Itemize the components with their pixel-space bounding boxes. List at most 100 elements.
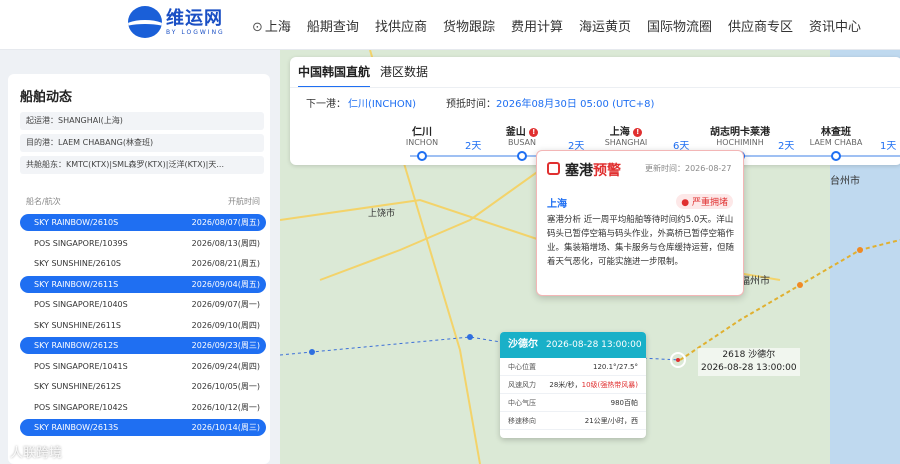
alert-port: 上海 <box>547 199 567 210</box>
forecast-point[interactable] <box>797 282 803 288</box>
vessel-name: POS SINGAPORE/1040S <box>34 300 128 309</box>
top-navigation-bar: 维运网 BY LOGWING ⊙ 上海 船期查询 找供应商 货物跟踪 费用计算 海… <box>0 0 900 50</box>
next-port-value: 仁川(INCHON) <box>348 99 417 110</box>
typhoon-time: 2026-08-28 13:00:00 <box>546 340 642 350</box>
typhoon-info-popup[interactable]: 沙德尔 2026-08-28 13:00:00 中心位置 120.1°/27.5° … <box>500 332 646 438</box>
vessel-name: POS SINGAPORE/1041S <box>34 361 128 371</box>
vessel-date: 2026/08/07(周五) <box>191 218 260 227</box>
map-city-label: 福州市 <box>740 276 770 287</box>
ship-info-title: 船舶动态 <box>20 90 73 105</box>
alert-updated: 更新时间：2026-08-27 <box>645 164 732 173</box>
col-departure: 开航时间 <box>228 197 260 206</box>
route-panel: 中国韩国直航 港区数据 下一港： 仁川(INCHON) 预抵时间： 2026年0… <box>290 57 900 165</box>
timeline-dot[interactable] <box>417 151 427 161</box>
vessel-row[interactable]: SKY RAINBOW/2612S 2026/09/23(周三) <box>20 337 266 354</box>
typhoon-row: 中心位置 120.1°/27.5° <box>500 358 646 376</box>
transit-days: 2天 <box>778 141 795 152</box>
site-logo[interactable]: 维运网 BY LOGWING <box>128 6 225 38</box>
nav-cost[interactable]: 费用计算 <box>511 16 579 35</box>
timeline-dot[interactable] <box>517 151 527 161</box>
location-pin-icon: ⊙ <box>252 20 263 35</box>
vessel-name: SKY SUNSHINE/2612S <box>34 382 122 391</box>
typhoon-name: 沙德尔 <box>508 339 538 350</box>
map-city-label: 台州市 <box>830 176 860 187</box>
port-shanghai[interactable]: 上海 ! SHANGHAI <box>596 123 656 147</box>
vessel-name: POS SINGAPORE/1039S <box>34 238 128 248</box>
shared-carriers: 共舱船东：KMTC(KTX)|SML森罗(KTX)|泛洋(KTX)|天... <box>20 156 264 174</box>
tab-port-data[interactable]: 港区数据 <box>380 63 428 80</box>
congestion-alert-popup[interactable]: 塞港预警 更新时间：2026-08-27 上海 ● 严重拥堵 塞港分析 近一周平… <box>536 150 744 296</box>
port-en: INCHON <box>405 138 439 147</box>
location-label: 上海 <box>264 20 291 35</box>
vessel-name: SKY RAINBOW/2612S <box>34 341 119 350</box>
typhoon-map-name: 2618 沙德尔 <box>722 350 776 360</box>
vessel-date: 2026/09/07(周一) <box>191 300 260 309</box>
logo-title: 维运网 <box>166 7 223 29</box>
warning-icon: ! <box>633 127 643 137</box>
tab-direct-route[interactable]: 中国韩国直航 <box>298 63 371 88</box>
typhoon-header: 沙德尔 2026-08-28 13:00:00 <box>500 332 646 358</box>
port-en: SHANGHAI <box>604 138 648 147</box>
nav-suppliers[interactable]: 找供应商 <box>375 16 443 35</box>
vessel-row[interactable]: POS SINGAPORE/1039S 2026/08/13(周四) <box>20 235 266 252</box>
vessel-name: SKY SUNSHINE/2611S <box>34 320 122 330</box>
vessel-date: 2026/09/10(周四) <box>191 320 260 330</box>
nav-schedule[interactable]: 船期查询 <box>307 16 375 35</box>
vessel-row[interactable]: SKY RAINBOW/2613S 2026/10/14(周三) <box>20 419 266 436</box>
typhoon-row: 中心气压 980百帕 <box>500 394 646 412</box>
port-en: LAEM CHABA <box>809 138 863 147</box>
port-en: HOCHIMINH <box>716 138 764 147</box>
vessel-date: 2026/09/04(周五) <box>191 279 260 289</box>
port-name: 胡志明卡莱港 <box>710 127 770 138</box>
vessel-row[interactable]: POS SINGAPORE/1041S 2026/09/24(周四) <box>20 358 266 375</box>
watermark: 人联跨境 <box>10 446 63 461</box>
vessel-date: 2026/10/05(周一) <box>191 382 260 391</box>
typhoon-row: 风速风力 28米/秒，10级(强热带风暴) <box>500 376 646 394</box>
track-point[interactable] <box>309 349 315 355</box>
congestion-level-badge: ● 严重拥堵 <box>676 194 733 209</box>
warning-icon: ! <box>529 127 539 137</box>
port-incheon[interactable]: 仁川 INCHON <box>392 123 452 147</box>
port-laem-chabang[interactable]: 林查班 LAEM CHABA <box>806 123 866 147</box>
vessel-list-card: 船名/航次 开航时间 SKY RAINBOW/2610S 2026/08/07(周… <box>8 186 270 464</box>
timeline-dot[interactable] <box>831 151 841 161</box>
alert-title: 塞港预警 <box>565 163 621 179</box>
track-point[interactable] <box>467 334 473 340</box>
nav-yellow-pages[interactable]: 海运黄页 <box>579 16 647 35</box>
map-city-label: 上饶市 <box>368 209 396 219</box>
transit-days: 2天 <box>465 141 482 152</box>
vessel-date: 2026/09/23(周三) <box>191 341 260 350</box>
vessel-row[interactable]: SKY SUNSHINE/2611S 2026/09/10(周四) <box>20 317 266 334</box>
vessel-date: 2026/10/12(周一) <box>191 402 260 412</box>
vessel-row[interactable]: SKY RAINBOW/2610S 2026/08/07(周五) <box>20 214 266 231</box>
vessel-name: SKY RAINBOW/2610S <box>34 218 119 227</box>
vessel-date: 2026/08/13(周四) <box>191 238 260 248</box>
vessel-row[interactable]: SKY SUNSHINE/2610S 2026/08/21(周五) <box>20 255 266 272</box>
nav-logistics-circle[interactable]: 国际物流圈 <box>647 16 728 35</box>
port-busan[interactable]: 釜山 ! BUSAN <box>492 123 552 147</box>
typhoon-map-time: 2026-08-28 13:00:00 <box>701 363 797 373</box>
vessel-date: 2026/08/21(周五) <box>191 259 260 268</box>
destination-port: 目的港：LAEM CHABANG(林查班) <box>20 134 264 152</box>
left-panel: 船舶动态 起运港：SHANGHAI(上海) 目的港：LAEM CHABANG(林… <box>0 50 280 464</box>
nav-news[interactable]: 资讯中心 <box>809 16 877 35</box>
nav-tracking[interactable]: 货物跟踪 <box>443 16 511 35</box>
transit-days: 1天 <box>880 141 897 152</box>
vessel-date: 2026/10/14(周三) <box>191 423 260 432</box>
vessel-row[interactable]: SKY SUNSHINE/2612S 2026/10/05(周一) <box>20 378 266 395</box>
col-vessel-name: 船名/航次 <box>26 197 61 206</box>
logo-wave-icon <box>128 6 162 38</box>
typhoon-map-label[interactable]: 2618 沙德尔 2026-08-28 13:00:00 <box>698 348 800 376</box>
vessel-row[interactable]: POS SINGAPORE/1040S 2026/09/07(周一) <box>20 296 266 313</box>
forecast-point[interactable] <box>857 247 863 253</box>
vessel-row[interactable]: POS SINGAPORE/1042S 2026/10/12(周一) <box>20 399 266 416</box>
eta-label: 预抵时间： <box>446 99 496 110</box>
nav-supplier-zone[interactable]: 供应商专区 <box>728 16 809 35</box>
vessel-date: 2026/09/24(周四) <box>191 361 260 371</box>
port-en: BUSAN <box>507 138 537 147</box>
location-selector[interactable]: ⊙ 上海 <box>252 16 307 35</box>
vessel-name: SKY SUNSHINE/2610S <box>34 259 122 268</box>
port-name: 上海 <box>609 127 630 138</box>
vessel-row[interactable]: SKY RAINBOW/2611S 2026/09/04(周五) <box>20 275 266 293</box>
port-hochiminh[interactable]: 胡志明卡莱港 HOCHIMINH <box>700 123 780 147</box>
